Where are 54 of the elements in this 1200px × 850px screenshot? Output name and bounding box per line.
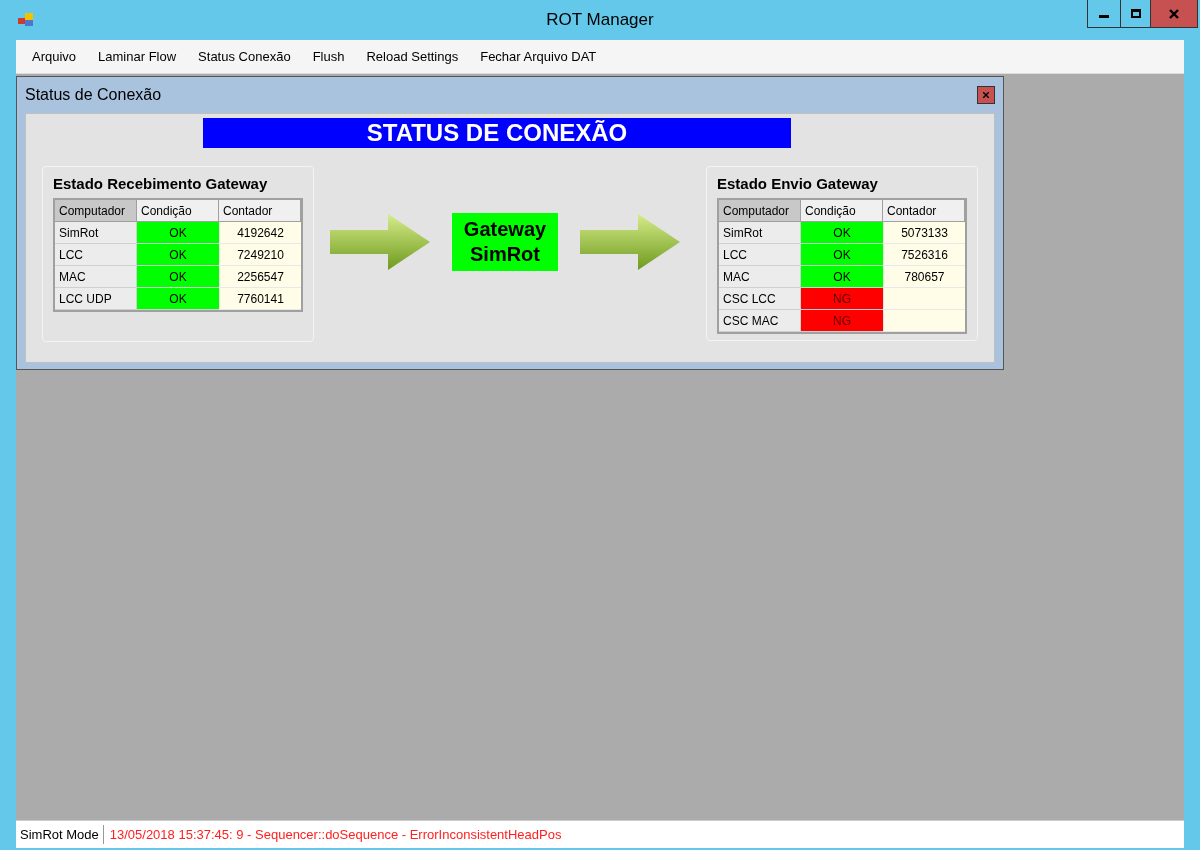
condition-cell: OK: [801, 243, 883, 266]
condition-cell: OK: [801, 221, 883, 244]
panel-title: Estado Recebimento Gateway: [53, 174, 269, 194]
column-header: Contador: [219, 199, 301, 222]
mode-label: SimRot Mode: [16, 824, 104, 845]
status-message: 13/05/2018 15:37:45: 9 - Sequencer::doSequence - ErrorInconsistentHeadPos: [108, 825, 563, 844]
condition-cell: OK: [137, 243, 219, 266]
column-header: Condição: [801, 199, 883, 222]
table-cell: 5073133: [883, 221, 965, 244]
table-cell: CSC MAC: [719, 309, 801, 332]
condition-cell: NG: [801, 309, 883, 332]
table-cell: MAC: [719, 265, 801, 288]
close-button[interactable]: [1151, 0, 1197, 27]
maximize-icon: [1130, 9, 1141, 18]
arrow-icon: [580, 212, 680, 272]
menu-item[interactable]: Arquivo: [22, 43, 87, 70]
close-icon: [983, 92, 989, 98]
column-header: Computador: [719, 199, 801, 222]
close-icon: [1169, 8, 1179, 19]
table-cell: 7526316: [883, 243, 965, 266]
table-cell: 2256547: [219, 265, 301, 288]
banner: STATUS DE CONEXÃO: [203, 118, 791, 148]
table-cell: CSC LCC: [719, 287, 801, 310]
condition-cell: OK: [801, 265, 883, 288]
menu-item[interactable]: Status Conexão: [188, 43, 301, 70]
panel-title: Estado Envio Gateway: [717, 174, 879, 194]
close-button[interactable]: [977, 86, 995, 104]
condition-cell: OK: [137, 265, 219, 288]
table-cell: LCC: [719, 243, 801, 266]
condition-cell: NG: [801, 287, 883, 310]
table-cell: LCC UDP: [55, 287, 137, 310]
table-cell: SimRot: [719, 221, 801, 244]
table-cell: MAC: [55, 265, 137, 288]
column-header: Computador: [55, 199, 137, 222]
table-cell: 7249210: [219, 243, 301, 266]
table-cell: 7760141: [219, 287, 301, 310]
window-title: ROT Manager: [546, 9, 654, 32]
condition-cell: OK: [137, 221, 219, 244]
menu-item[interactable]: Flush: [302, 43, 355, 70]
menu-item[interactable]: Fechar Arquivo DAT: [470, 43, 607, 70]
app-icon: [18, 13, 34, 27]
column-header: Condição: [137, 199, 219, 222]
minimize-icon: [1099, 15, 1109, 18]
table-cell: SimRot: [55, 221, 137, 244]
table-cell: 4192642: [219, 221, 301, 244]
table-cell: 780657: [883, 265, 965, 288]
condition-cell: OK: [137, 287, 219, 310]
table-cell: LCC: [55, 243, 137, 266]
menu-item[interactable]: Reload Settings: [356, 43, 469, 70]
gateway-label: Gateway SimRot: [452, 213, 558, 271]
arrow-icon: [330, 212, 430, 272]
child-window-title: Status de Conexão: [25, 85, 162, 105]
column-header: Contador: [883, 199, 965, 222]
menu-item[interactable]: Laminar Flow: [88, 43, 187, 70]
